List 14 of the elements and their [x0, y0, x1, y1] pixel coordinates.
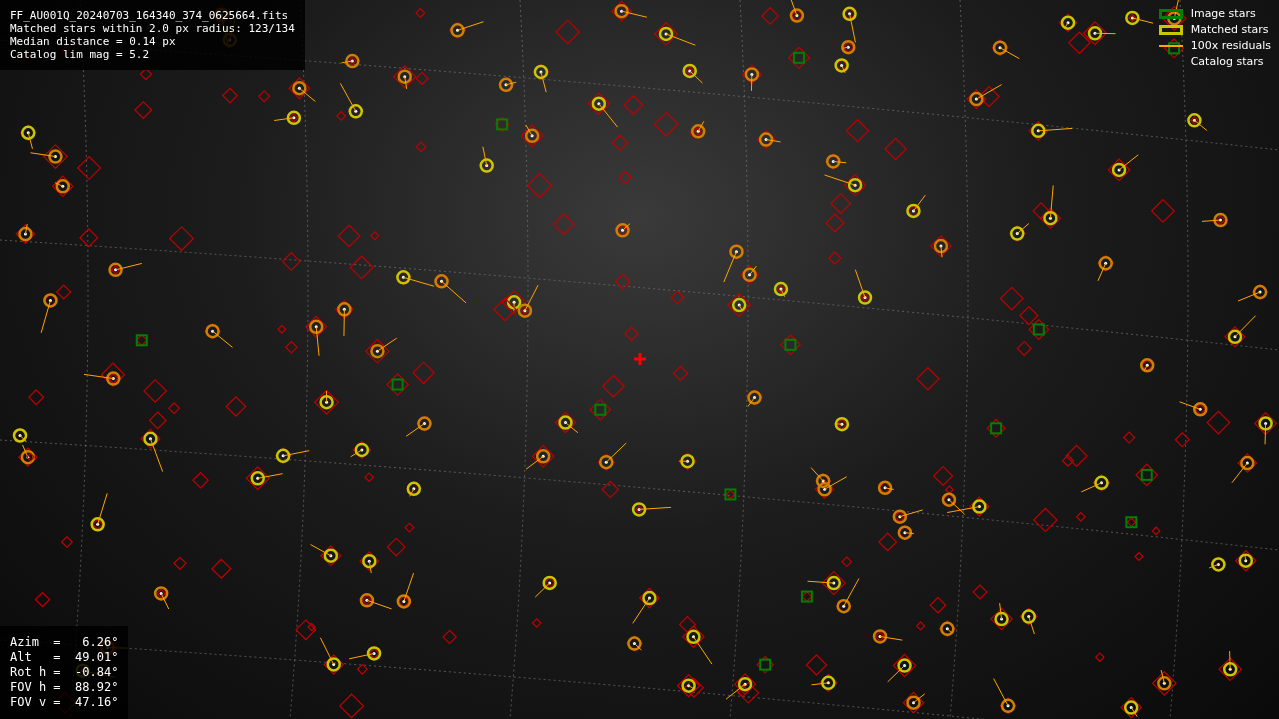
legend-label: Catalog stars — [1190, 53, 1264, 70]
center-cross-icon — [632, 351, 648, 367]
info-text: FOV h = 88.92° — [10, 680, 119, 695]
legend-label: Image stars — [1190, 5, 1256, 22]
info-text: Median distance = 0.14 px — [10, 35, 177, 48]
info-text: FOV v = 47.16° — [10, 695, 119, 710]
info-text: Azim = 6.26° — [10, 635, 119, 650]
info-text: Matched stars within 2.0 px radius: 123/134 — [10, 22, 295, 35]
legend-label: 100x residuals — [1190, 37, 1271, 54]
info-text: Catalog lim mag = 5.2 — [10, 48, 151, 61]
info-text: Alt = 49.01° — [10, 650, 119, 665]
info-text: Rot h = -0.84° — [10, 665, 119, 680]
legend-label: Matched stars — [1190, 21, 1269, 38]
info-text: FF_AU001Q_20240703_164340_374_0625664.fits — [10, 9, 290, 22]
